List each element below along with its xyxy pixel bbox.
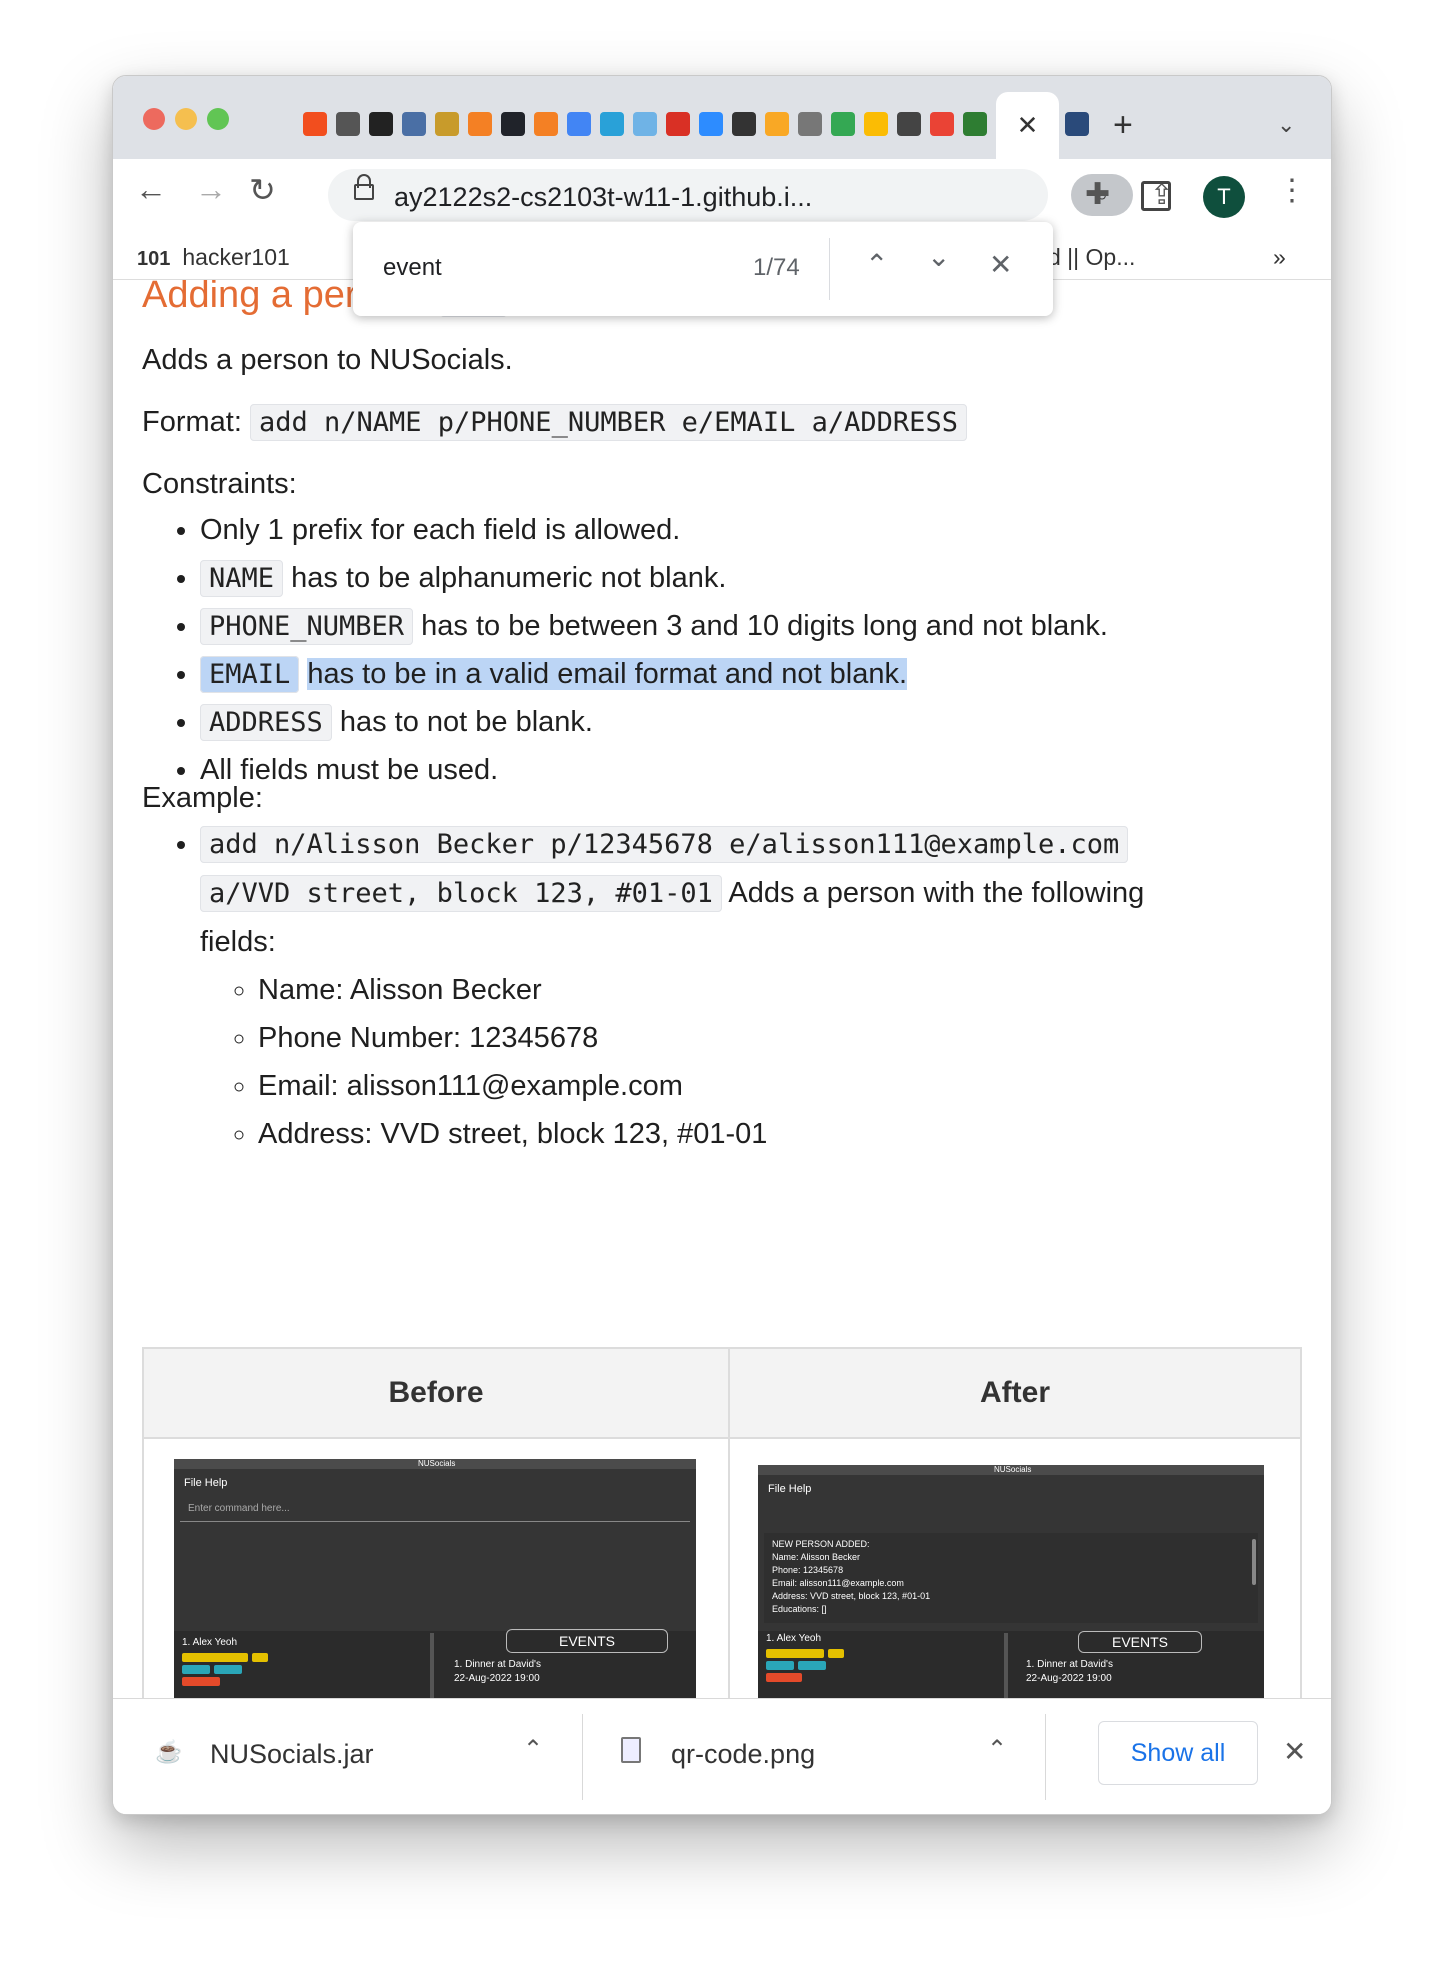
figma-tab-icon[interactable] <box>303 112 327 136</box>
window-minimize-button[interactable] <box>175 108 197 130</box>
openai-tab-icon[interactable] <box>897 112 921 136</box>
url-text[interactable]: ay2122s2-cs2103t-w11-1.github.i... <box>394 182 812 213</box>
stackoverflow-tab-icon[interactable] <box>468 112 492 136</box>
list-item: Name: Alisson Becker <box>258 966 1300 1014</box>
find-bar: event 1/74 ⌃ ⌄ ✕ <box>353 222 1053 316</box>
find-previous-chevron-up-icon[interactable]: ⌃ <box>865 248 888 281</box>
react-tab-icon[interactable] <box>501 112 525 136</box>
constraints-label: Constraints: <box>142 468 297 500</box>
close-tab-icon[interactable]: ✕ <box>1017 110 1039 141</box>
download-divider <box>582 1714 583 1800</box>
list-item: Email: alisson111@example.com <box>258 1062 1300 1110</box>
tab-favicon-icon[interactable] <box>732 112 756 136</box>
google-tab-icon[interactable] <box>930 112 954 136</box>
browser-window: ✕ + ⌄ ← → ↻ ay2122s2-cs2103t-w11-1.githu… <box>112 75 1332 1815</box>
tab-favicon-icon[interactable] <box>435 112 459 136</box>
tab-favicon-icon[interactable] <box>633 112 657 136</box>
download-options-chevron-up-icon[interactable]: ⌃ <box>987 1735 1007 1764</box>
list-item: ADDRESS has to not be blank. <box>200 698 1108 746</box>
page-content: Adding a person: add Adds a person to NU… <box>113 280 1331 1776</box>
downloads-bar: ☕ NUSocials.jar ⌃ qr-code.png ⌃ Show all… <box>113 1698 1331 1814</box>
find-divider <box>829 238 830 300</box>
find-next-chevron-down-icon[interactable]: ⌄ <box>927 240 950 273</box>
forward-arrow-icon[interactable]: → <box>195 171 227 208</box>
list-item: Only 1 prefix for each field is allowed. <box>200 506 1108 554</box>
side-panel-icon[interactable] <box>1141 181 1171 211</box>
profile-avatar[interactable]: T <box>1203 176 1245 218</box>
pinned-tabs <box>303 112 1029 136</box>
tab-strip: ✕ + ⌄ <box>113 76 1331 159</box>
constraints-list: Only 1 prefix for each field is allowed.… <box>142 506 1108 794</box>
show-all-downloads-button[interactable]: Show all <box>1098 1721 1258 1785</box>
example-code: add n/Alisson Becker p/12345678 e/alisso… <box>200 826 1129 863</box>
image-file-icon <box>621 1737 641 1763</box>
before-screenshot: NUSocials File Help Enter command here..… <box>174 1459 696 1729</box>
download-divider <box>1045 1714 1046 1800</box>
tab-search-chevron-icon[interactable]: ⌄ <box>1277 112 1295 138</box>
tab-favicon-icon[interactable] <box>402 112 426 136</box>
list-item: NAME has to be alphanumeric not blank. <box>200 554 1108 602</box>
close-downloads-icon[interactable]: ✕ <box>1283 1735 1306 1768</box>
find-close-icon[interactable]: ✕ <box>989 248 1012 281</box>
bookmarks-overflow-icon[interactable]: » <box>1273 244 1286 271</box>
example-code: a/VVD street, block 123, #01-01 <box>200 875 722 912</box>
address-bar[interactable]: ay2122s2-cs2103t-w11-1.github.i... ⌕ ⇪ ☆ <box>328 169 1233 221</box>
github-tab-icon[interactable] <box>369 112 393 136</box>
after-screenshot: NUSocials File Help NEW PERSON ADDED: Na… <box>758 1465 1264 1729</box>
extensions-puzzle-icon[interactable]: ✚ <box>1085 177 1110 212</box>
drive-tab-icon[interactable] <box>831 112 855 136</box>
zoom-tab-icon[interactable] <box>699 112 723 136</box>
tab-favicon-icon[interactable] <box>963 112 987 136</box>
list-item: PHONE_NUMBER has to be between 3 and 10 … <box>200 602 1108 650</box>
tab-favicon-icon[interactable] <box>864 112 888 136</box>
list-item-highlighted: EMAIL has to be in a valid email format … <box>200 650 1108 698</box>
window-close-button[interactable] <box>143 108 165 130</box>
tab-favicon-icon[interactable] <box>798 112 822 136</box>
download-filename[interactable]: qr-code.png <box>671 1739 815 1770</box>
active-tab[interactable]: ✕ <box>996 92 1059 159</box>
google-tab-icon[interactable] <box>567 112 591 136</box>
format-code: add n/NAME p/PHONE_NUMBER e/EMAIL a/ADDR… <box>249 404 967 441</box>
bookmark-hacker101[interactable]: 101 hacker101 <box>137 244 290 271</box>
list-item: Address: VVD street, block 123, #01-01 <box>258 1110 1300 1158</box>
list-item: Phone Number: 12345678 <box>258 1014 1300 1062</box>
hacker101-icon: 101 <box>137 248 171 270</box>
table-header-after: After <box>730 1349 1300 1439</box>
menu-kebab-icon[interactable]: ⋮ <box>1277 173 1307 208</box>
tab-favicon-icon[interactable] <box>336 112 360 136</box>
gmail-tab-icon[interactable] <box>666 112 690 136</box>
tab-favicon-icon[interactable] <box>765 112 789 136</box>
example-fields-list: Name: Alisson Becker Phone Number: 12345… <box>200 966 1300 1158</box>
browser-toolbar: ← → ↻ ay2122s2-cs2103t-w11-1.github.i...… <box>113 159 1331 231</box>
download-options-chevron-up-icon[interactable]: ⌃ <box>523 1735 543 1764</box>
java-file-icon: ☕ <box>155 1739 183 1764</box>
reload-icon[interactable]: ↻ <box>249 171 276 209</box>
list-item: All fields must be used. <box>200 746 1108 794</box>
example-list: add n/Alisson Becker p/12345678 e/alisso… <box>142 820 1300 1158</box>
table-header-before: Before <box>144 1349 730 1439</box>
tab-favicon-icon[interactable] <box>1065 112 1089 136</box>
stackoverflow-tab-icon[interactable] <box>534 112 558 136</box>
find-input[interactable]: event <box>383 254 442 282</box>
window-maximize-button[interactable] <box>207 108 229 130</box>
list-item: add n/Alisson Becker p/12345678 e/alisso… <box>200 820 1300 1158</box>
intro-text: Adds a person to NUSocials. <box>142 344 513 376</box>
example-label: Example: <box>142 782 263 814</box>
find-match-count: 1/74 <box>753 254 800 281</box>
new-tab-button[interactable]: + <box>1113 106 1133 145</box>
back-arrow-icon[interactable]: ← <box>135 171 167 208</box>
lock-icon[interactable] <box>354 184 374 200</box>
download-filename[interactable]: NUSocials.jar <box>210 1739 374 1770</box>
bookmark-op[interactable]: d || Op... <box>1048 244 1135 271</box>
tab-favicon-icon[interactable] <box>600 112 624 136</box>
format-line: Format: add n/NAME p/PHONE_NUMBER e/EMAI… <box>142 404 967 441</box>
